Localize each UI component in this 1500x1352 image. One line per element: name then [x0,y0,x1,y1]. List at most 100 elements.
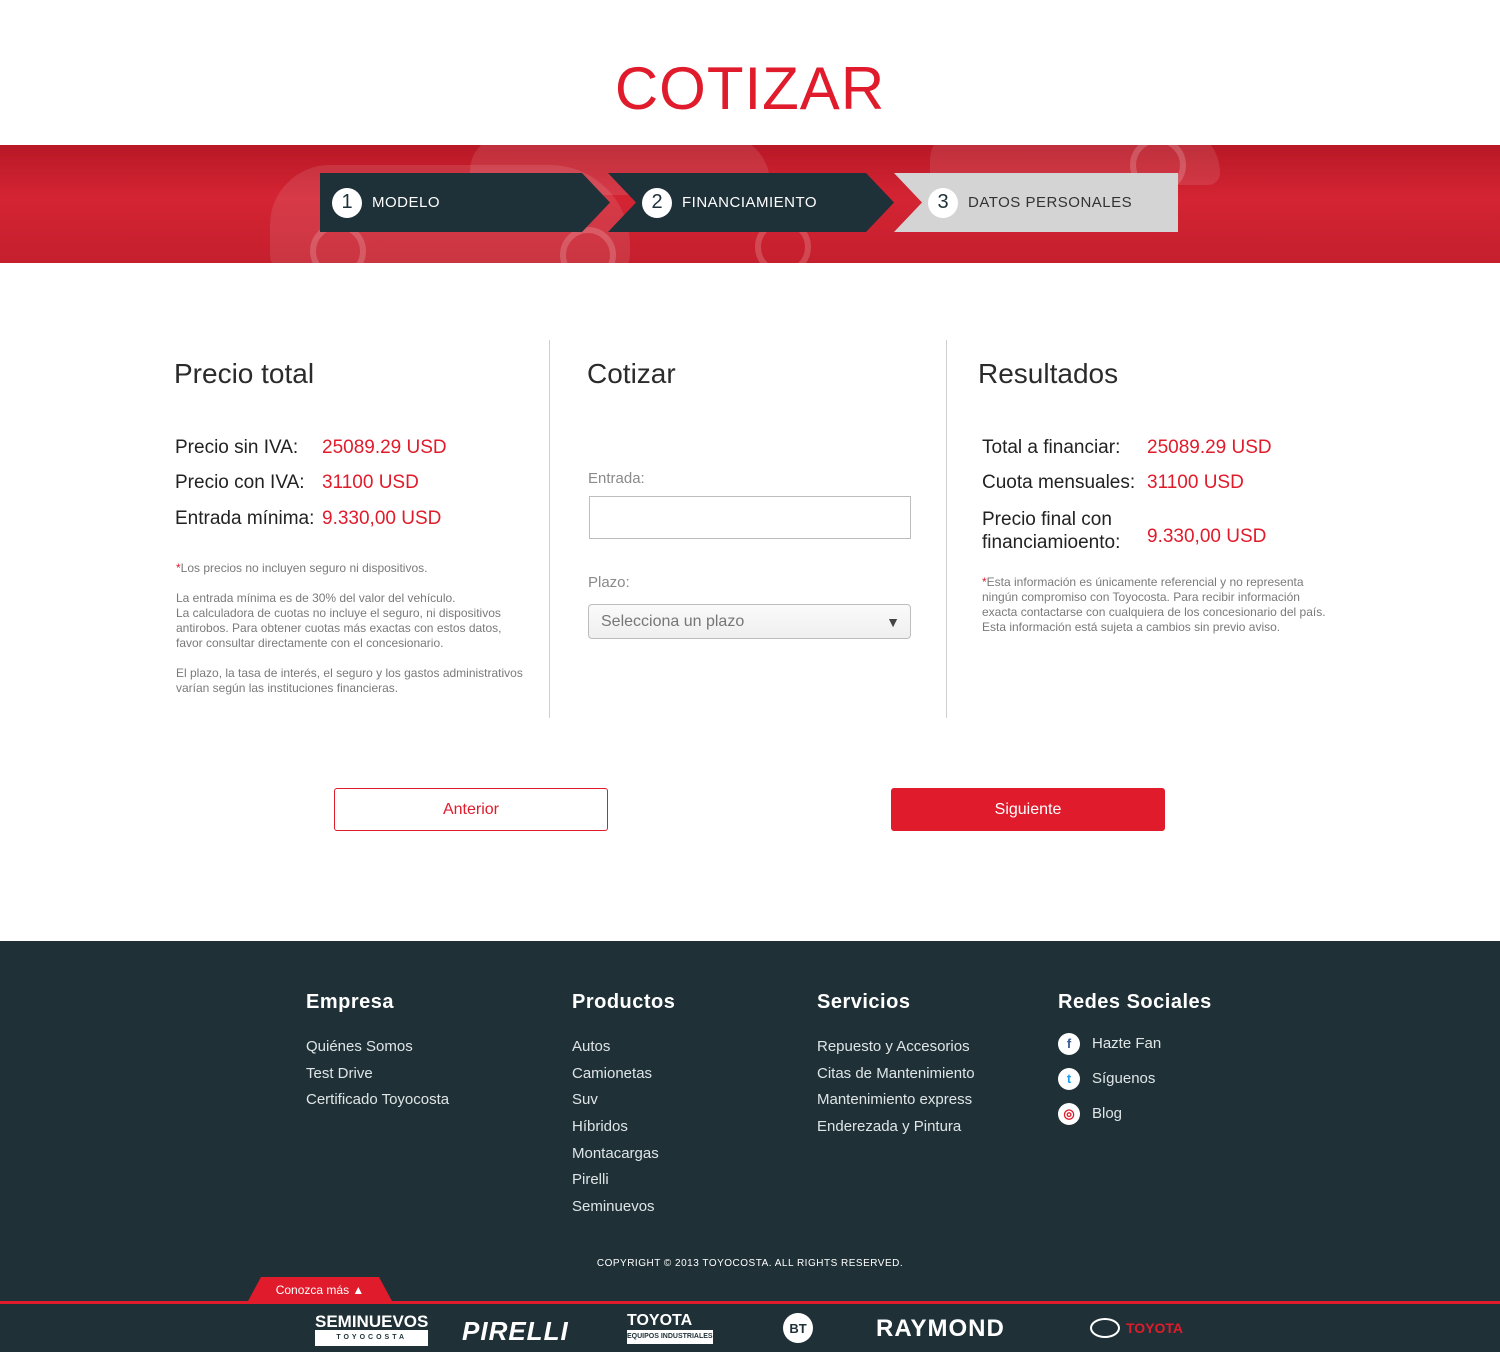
resultados-note: *Esta información es únicamente referenc… [982,575,1332,635]
precio-final-row: Precio final con financiamioento: [982,508,1120,554]
price-label: Entrada mínima: [175,508,315,529]
note-text: La entrada mínima es de 30% del valor de… [176,591,456,605]
total-financiar-row: Total a financiar: [982,437,1120,459]
footer-heading: Empresa [306,991,394,1013]
step-datos-personales[interactable]: 3 DATOS PERSONALES [894,173,1178,232]
result-value: 25089.29 USD [1147,437,1272,458]
page-title: COTIZAR [614,55,886,122]
step-label: FINANCIAMIENTO [682,194,818,211]
footer-heading: Servicios [817,991,911,1013]
footer-redes-sociales: Redes Sociales f Hazte Fan t Síguenos ◎ … [1058,991,1212,1131]
price-value: 31100 USD [322,472,419,493]
note-text: El plazo, la tasa de interés, el seguro … [176,666,523,695]
seminuevos-logo[interactable]: SEMINUEVOS TOYOCOSTA [315,1313,429,1346]
toyota-equipos-logo[interactable]: TOYOTA EQUIPOS INDUSTRIALES [627,1312,713,1344]
entrada-label: Entrada: [588,470,645,487]
footer-link[interactable]: Test Drive [306,1063,449,1090]
footer-link[interactable]: Seminuevos [572,1196,675,1223]
bt-logo[interactable]: BT [783,1313,813,1343]
result-label: financiamioento: [982,532,1121,553]
result-label: Precio final con [982,509,1112,530]
social-twitter[interactable]: t Síguenos [1058,1061,1212,1096]
result-label: Cuota mensuales: [982,472,1136,493]
anterior-button[interactable]: Anterior [334,788,608,831]
footer-link[interactable]: Mantenimiento express [817,1089,975,1116]
footer-link[interactable]: Suv [572,1089,675,1116]
footer-link[interactable]: Citas de Mantenimiento [817,1063,975,1090]
social-blog[interactable]: ◎ Blog [1058,1096,1212,1131]
logo-text: TOYOTA [627,1312,693,1329]
result-value: 9.330,00 USD [1147,526,1267,547]
logo-text: TOYOTA [1126,1320,1184,1336]
note-text: La calculadora de cuotas no incluye el s… [176,606,502,650]
footer-link[interactable]: Autos [572,1036,675,1063]
social-label: Síguenos [1092,1070,1156,1087]
plazo-label: Plazo: [588,574,630,591]
footer-link[interactable]: Certificado Toyocosta [306,1089,449,1116]
precio-con-iva-value-wrap: 31100 USD [322,472,419,494]
price-value: 9.330,00 USD [322,508,442,529]
note-text: Esta información es únicamente referenci… [982,575,1326,634]
pirelli-logo[interactable]: PIRELLI [462,1316,569,1347]
entrada-minima-value-wrap: 9.330,00 USD [322,508,441,530]
logo-subtext: EQUIPOS INDUSTRIALES [627,1330,713,1344]
footer-link[interactable]: Quiénes Somos [306,1036,449,1063]
siguiente-button[interactable]: Siguiente [891,788,1165,831]
conozca-mas-tab[interactable]: Conozca más ▲ [247,1277,393,1303]
toyota-icon: ◎ [1058,1102,1080,1125]
price-label: Precio sin IVA: [175,437,299,458]
step-modelo[interactable]: 1 MODELO [320,173,610,232]
precio-final-value-wrap: 9.330,00 USD [1147,526,1266,548]
step-label: MODELO [372,194,441,211]
precio-sin-iva-row: Precio sin IVA: [175,437,298,459]
precio-sin-iva-value-wrap: 25089.29 USD [322,437,447,459]
copyright: COPYRIGHT © 2013 TOYOCOSTA. ALL RIGHTS R… [596,1258,904,1269]
note-text: Los precios no incluyen seguro ni dispos… [180,561,428,575]
footer-link[interactable]: Repuesto y Accesorios [817,1036,975,1063]
entrada-minima-row: Entrada mínima: [175,508,314,530]
price-value: 25089.29 USD [322,437,447,458]
resultados-heading: Resultados [978,358,1119,389]
entrada-input[interactable] [589,496,911,539]
plazo-select[interactable]: Selecciona un plazo ▼ [588,604,911,639]
precio-notes: *Los precios no incluyen seguro ni dispo… [176,561,526,696]
column-divider [549,340,550,718]
resultados-section: Resultados [978,358,1118,390]
social-label: Blog [1092,1105,1123,1122]
wizard-steps: 1 MODELO 2 FINANCIAMIENTO 3 DATOS PERSON… [320,173,1178,232]
cuota-mensual-value-wrap: 31100 USD [1147,472,1244,494]
brand-bar [0,1301,1500,1352]
footer-servicios: Servicios Repuesto y Accesorios Citas de… [817,991,975,1143]
footer [0,941,1500,1303]
step-label: DATOS PERSONALES [968,194,1133,211]
facebook-icon: f [1058,1032,1080,1055]
footer-link[interactable]: Camionetas [572,1063,675,1090]
step-number: 2 [642,187,672,218]
footer-productos: Productos Autos Camionetas Suv Híbridos … [572,991,675,1223]
cuota-mensual-row: Cuota mensuales: [982,472,1135,494]
column-divider [946,340,947,718]
precio-total-section: Precio total [174,358,314,390]
social-label: Hazte Fan [1092,1035,1162,1052]
step-number: 1 [332,187,362,218]
total-financiar-value-wrap: 25089.29 USD [1147,437,1272,459]
cotizar-section: Cotizar [587,358,676,390]
logo-subtext: TOYOCOSTA [315,1330,429,1346]
raymond-logo[interactable]: RAYMOND [876,1315,1005,1343]
result-value: 31100 USD [1147,472,1244,493]
price-label: Precio con IVA: [175,472,305,493]
cotizar-heading: Cotizar [587,358,676,389]
step-number: 3 [928,187,958,218]
social-facebook[interactable]: f Hazte Fan [1058,1026,1212,1061]
footer-link[interactable]: Montacargas [572,1143,675,1170]
result-label: Total a financiar: [982,437,1121,458]
toyota-emblem-icon [1090,1318,1120,1338]
step-financiamiento[interactable]: 2 FINANCIAMIENTO [608,173,894,232]
plazo-selected-value: Selecciona un plazo [601,612,745,630]
footer-link[interactable]: Híbridos [572,1116,675,1143]
toyota-logo[interactable]: TOYOTA [1090,1318,1183,1338]
twitter-icon: t [1058,1067,1080,1090]
footer-link[interactable]: Enderezada y Pintura [817,1116,975,1143]
footer-empresa: Empresa Quiénes Somos Test Drive Certifi… [306,991,449,1116]
footer-link[interactable]: Pirelli [572,1169,675,1196]
